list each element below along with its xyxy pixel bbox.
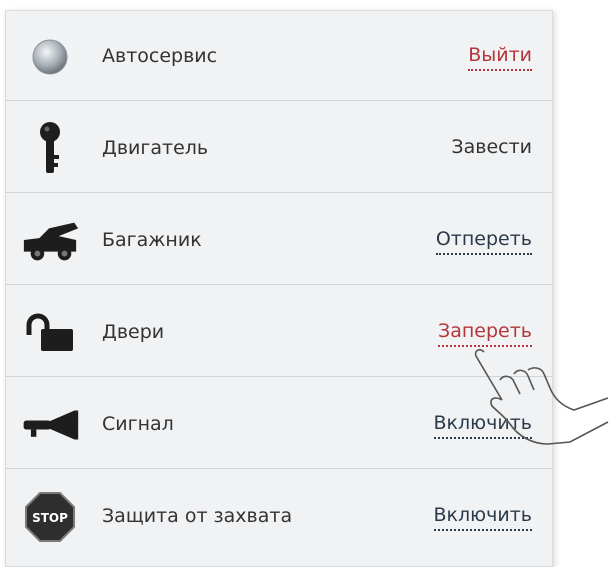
key-icon (20, 121, 80, 177)
row-antihijack: STOP Защита от захвата Включить (6, 471, 552, 561)
car-control-panel: Автосервис Выйти Двигатель Завести Багаж… (5, 10, 553, 567)
horn-icon (20, 397, 80, 453)
stop-sign-text: STOP (32, 511, 68, 525)
lock-doors-button[interactable]: Запереть (438, 318, 532, 347)
row-doors: Двери Запереть (6, 287, 552, 377)
exit-button[interactable]: Выйти (468, 42, 532, 71)
row-label: Двери (102, 321, 165, 343)
row-label: Защита от захвата (102, 505, 293, 527)
row-trunk: Багажник Отпереть (6, 195, 552, 285)
row-signal: Сигнал Включить (6, 379, 552, 469)
row-label: Автосервис (102, 45, 218, 67)
row-service: Автосервис Выйти (6, 11, 552, 101)
trunk-icon (20, 213, 80, 269)
row-engine: Двигатель Завести (6, 103, 552, 193)
row-label: Сигнал (102, 413, 174, 435)
unlock-trunk-button[interactable]: Отпереть (435, 226, 532, 255)
stop-sign-icon: STOP (20, 489, 80, 545)
start-engine-button[interactable]: Завести (451, 134, 532, 160)
enable-signal-button[interactable]: Включить (433, 410, 532, 439)
service-light-icon (20, 29, 80, 85)
row-label: Двигатель (102, 137, 209, 159)
row-label: Багажник (102, 229, 202, 251)
enable-antihijack-button[interactable]: Включить (433, 502, 532, 531)
padlock-open-icon (20, 305, 80, 361)
